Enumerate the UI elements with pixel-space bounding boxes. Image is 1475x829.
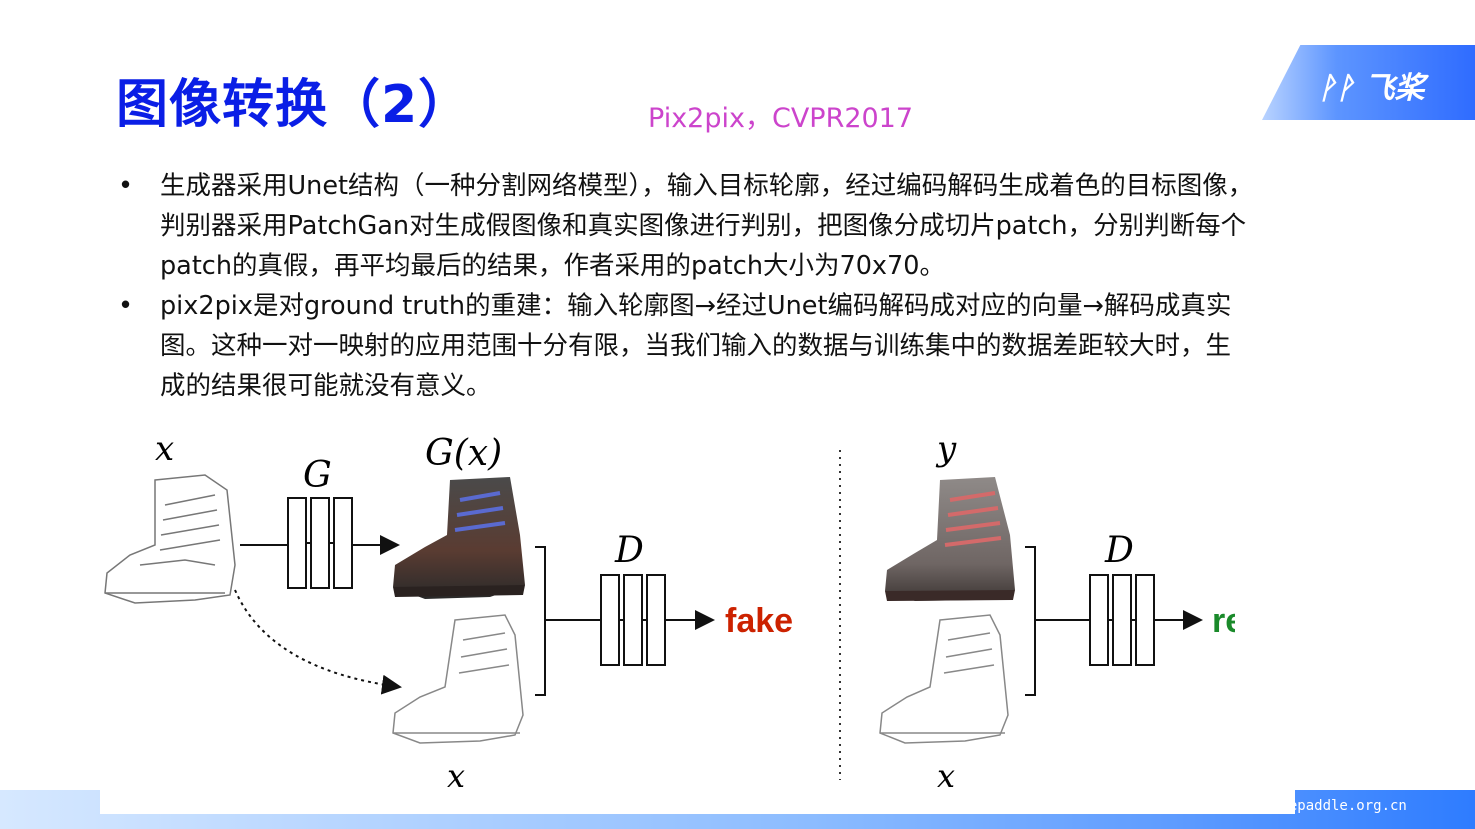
bullet-line: 成的结果很可能就没有意义。 — [160, 371, 492, 401]
paper-reference: Pix2pix，CVPR2017 — [648, 103, 914, 134]
real-label: real — [1212, 602, 1235, 640]
input-x-label: x — [155, 429, 174, 469]
bullet-line: 生成器采用Unet结构（一种分割网络模型），输入目标轮廓，经过编码解码生成着色的… — [160, 171, 1254, 201]
right-discriminator-label: D — [1104, 530, 1134, 571]
condition-sketch-shoe — [392, 614, 524, 744]
page-title: 图像转换（2） — [116, 75, 472, 135]
right-discriminator-block — [1089, 574, 1155, 666]
footer-white-band — [100, 790, 1295, 814]
real-y-label: y — [935, 429, 957, 469]
paddle-logo: ᚹᚹ 飞桨 — [1318, 63, 1424, 107]
bullet-marker: • — [118, 171, 134, 201]
generated-label: G(x) — [425, 433, 502, 474]
footer-url: llepaddle.org.cn — [1272, 798, 1407, 814]
fake-label: fake — [725, 602, 793, 640]
bullet-line: 图。这种一对一映射的应用范围十分有限，当我们输入的数据与训练集中的数据差距较大时… — [160, 331, 1232, 361]
generated-shoe-image — [393, 477, 525, 599]
discriminator-block — [600, 574, 666, 666]
condition-dashed-arrow — [234, 589, 402, 695]
bullet-line: 判别器采用PatchGan对生成假图像和真实图像进行判别，把图像分成切片patc… — [160, 211, 1247, 241]
logo-text: 飞桨 — [1364, 71, 1425, 106]
right-condition-sketch-shoe — [879, 614, 1009, 744]
pix2pix-diagram: x G G(x) x D fake y x D re — [104, 429, 1235, 795]
bullet-item: • pix2pix是对ground truth的重建：输入轮廓图→经过Unet编… — [112, 286, 1342, 406]
bullet-list: • 生成器采用Unet结构（一种分割网络模型），输入目标轮廓，经过编码解码生成着… — [112, 166, 1342, 406]
bullet-line: patch的真假，再平均最后的结果，作者采用的patch大小为70x70。 — [160, 251, 945, 281]
bullet-line: pix2pix是对ground truth的重建：输入轮廓图→经过Unet编码解… — [160, 291, 1232, 321]
real-shoe-image — [885, 477, 1015, 601]
bullet-item: • 生成器采用Unet结构（一种分割网络模型），输入目标轮廓，经过编码解码生成着… — [112, 166, 1342, 286]
generator-block — [287, 497, 353, 589]
paddle-logo-mark-icon: ᚹᚹ — [1318, 71, 1354, 106]
input-pair-bracket — [535, 546, 546, 696]
right-pair-bracket — [1025, 546, 1036, 696]
generator-label: G — [303, 455, 332, 496]
discriminator-label: D — [614, 530, 644, 571]
bullet-marker: • — [118, 291, 134, 321]
input-sketch-shoe — [104, 474, 236, 604]
